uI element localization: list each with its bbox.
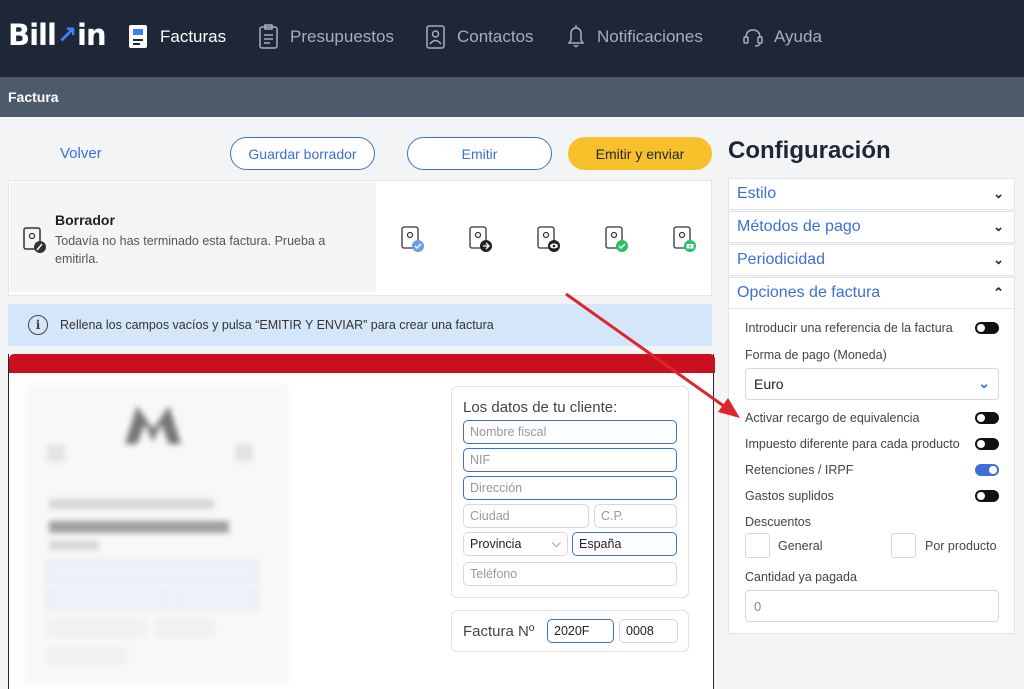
discount-general-checkbox[interactable]	[745, 533, 770, 558]
logo-text-suffix: in	[77, 18, 107, 52]
nif-field[interactable]: NIF	[463, 448, 677, 472]
accordion-label: Periodicidad	[737, 251, 826, 268]
status-summary: Borrador Todavía no has terminado esta f…	[10, 182, 376, 292]
currency-select[interactable]: Euro ⌄	[745, 368, 999, 400]
step-accepted-icon	[605, 226, 628, 252]
province-select-value: Provincia	[470, 537, 522, 551]
draft-icon	[23, 227, 46, 253]
invoice-icon	[129, 25, 147, 48]
province-select[interactable]: Provincia ⌵	[463, 532, 568, 556]
discount-per-product-checkbox[interactable]	[891, 533, 916, 558]
nav-item-notificaciones[interactable]: Notificaciones	[565, 24, 703, 50]
zip-field[interactable]: C.P.	[594, 504, 677, 528]
option-label: Activar recargo de equivalencia	[745, 411, 920, 425]
paid-amount-label: Cantidad ya pagada	[745, 570, 857, 584]
invoice-header-bar	[9, 354, 715, 373]
step-paid-icon	[673, 226, 696, 252]
option-label: Impuesto diferente para cada producto	[745, 437, 960, 451]
status-description: Todavía no has terminado esta factura. P…	[55, 234, 326, 266]
chevron-up-icon: ⌃	[993, 285, 1004, 300]
info-icon: i	[28, 315, 48, 335]
option-retentions: Retenciones / IRPF	[745, 463, 999, 477]
nav-item-facturas[interactable]: Facturas	[128, 24, 226, 50]
fiscal-name-field[interactable]: Nombre fiscal	[463, 420, 677, 444]
country-field[interactable]: España	[572, 532, 677, 556]
phone-field[interactable]: Teléfono	[463, 562, 677, 586]
tax-per-product-toggle[interactable]	[975, 438, 999, 450]
nav-label: Notificaciones	[597, 27, 703, 46]
option-expenses: Gastos suplidos	[745, 489, 999, 503]
reference-toggle[interactable]	[975, 322, 999, 334]
info-banner: i Rellena los campos vacíos y pulsa “EMI…	[8, 304, 712, 346]
invoice-number-box: Factura Nº 2020F 0008	[451, 610, 689, 652]
nav-label: Presupuestos	[290, 27, 394, 46]
chevron-down-icon: ⌄	[993, 219, 1004, 234]
nav-item-presupuestos[interactable]: Presupuestos	[258, 24, 394, 50]
invoice-editor: Los datos de tu cliente: Nombre fiscal N…	[8, 354, 715, 689]
nav-label: Ayuda	[774, 27, 822, 46]
step-draft-icon	[401, 226, 424, 252]
contacts-icon	[426, 25, 445, 49]
invoice-number-field[interactable]: 0008	[619, 619, 678, 643]
accordion-metodos-pago[interactable]: Métodos de pago ⌄	[728, 211, 1015, 243]
discount-per-product-label: Por producto	[925, 539, 997, 553]
option-tax-per-product: Impuesto diferente para cada producto	[745, 437, 999, 451]
step-sent-icon	[469, 226, 492, 252]
top-navbar: Bill ↗ in Facturas Presupuestos Contactos …	[0, 0, 1024, 77]
accordion-periodicidad[interactable]: Periodicidad ⌄	[728, 244, 1015, 276]
emit-and-send-button[interactable]: Emitir y enviar	[568, 137, 712, 170]
option-label: Introducir una referencia de la factura	[745, 321, 953, 335]
invoice-status-card: Borrador Todavía no has terminado esta f…	[8, 180, 712, 296]
billin-logo[interactable]: Bill ↗ in	[8, 18, 107, 52]
surcharge-toggle[interactable]	[975, 412, 999, 424]
payment-form-label: Forma de pago (Moneda)	[745, 348, 887, 362]
invoice-series-field[interactable]: 2020F	[547, 619, 614, 643]
back-link[interactable]: Volver	[60, 145, 102, 162]
paid-amount-input[interactable]: 0	[745, 590, 999, 622]
nav-item-ayuda[interactable]: Ayuda	[742, 24, 822, 50]
invoice-number-label: Factura Nº	[463, 623, 535, 640]
accordion-label: Métodos de pago	[737, 218, 861, 235]
accordion-opciones-factura[interactable]: Opciones de factura ⌃	[728, 277, 1015, 309]
option-surcharge: Activar recargo de equivalencia	[745, 411, 999, 425]
chevron-down-icon: ⌵	[551, 536, 561, 550]
address-field[interactable]: Dirección	[463, 476, 677, 500]
nav-item-contactos[interactable]: Contactos	[425, 24, 534, 50]
chevron-down-icon: ⌄	[993, 186, 1004, 201]
quote-icon	[259, 24, 278, 49]
nav-label: Facturas	[160, 27, 227, 46]
client-data-title: Los datos de tu cliente:	[463, 399, 618, 416]
logo-text: Bill	[8, 18, 57, 52]
step-viewed-icon	[537, 226, 560, 252]
option-label: Gastos suplidos	[745, 489, 834, 503]
help-icon	[743, 29, 763, 47]
invoice-options-panel: Introducir una referencia de la factura …	[728, 309, 1015, 634]
accordion-label: Estilo	[737, 185, 777, 202]
blurred-issuer-data	[25, 384, 289, 684]
client-data-box: Los datos de tu cliente: Nombre fiscal N…	[451, 386, 689, 598]
chevron-down-icon: ⌄	[978, 375, 990, 391]
retentions-toggle[interactable]	[975, 464, 999, 476]
accordion-estilo[interactable]: Estilo ⌄	[728, 178, 1015, 210]
currency-value: Euro	[754, 376, 784, 392]
expenses-toggle[interactable]	[975, 490, 999, 502]
accordion-label: Opciones de factura	[737, 284, 881, 301]
config-title: Configuración	[728, 137, 891, 164]
save-draft-button[interactable]: Guardar borrador	[230, 137, 375, 170]
discounts-label: Descuentos	[745, 515, 812, 529]
chevron-down-icon: ⌄	[993, 252, 1004, 267]
page-title: Factura	[0, 77, 1024, 117]
bell-icon	[567, 25, 585, 48]
nav-label: Contactos	[457, 27, 534, 46]
option-label: Retenciones / IRPF	[745, 463, 854, 477]
emit-button[interactable]: Emitir	[407, 137, 552, 170]
discount-general-label: General	[778, 539, 823, 553]
logo-arrow-icon: ↗	[56, 21, 77, 49]
option-reference: Introducir una referencia de la factura	[745, 321, 999, 335]
city-field[interactable]: Ciudad	[463, 504, 589, 528]
info-text: Rellena los campos vacíos y pulsa “EMITI…	[60, 318, 494, 332]
status-title: Borrador	[55, 212, 115, 228]
